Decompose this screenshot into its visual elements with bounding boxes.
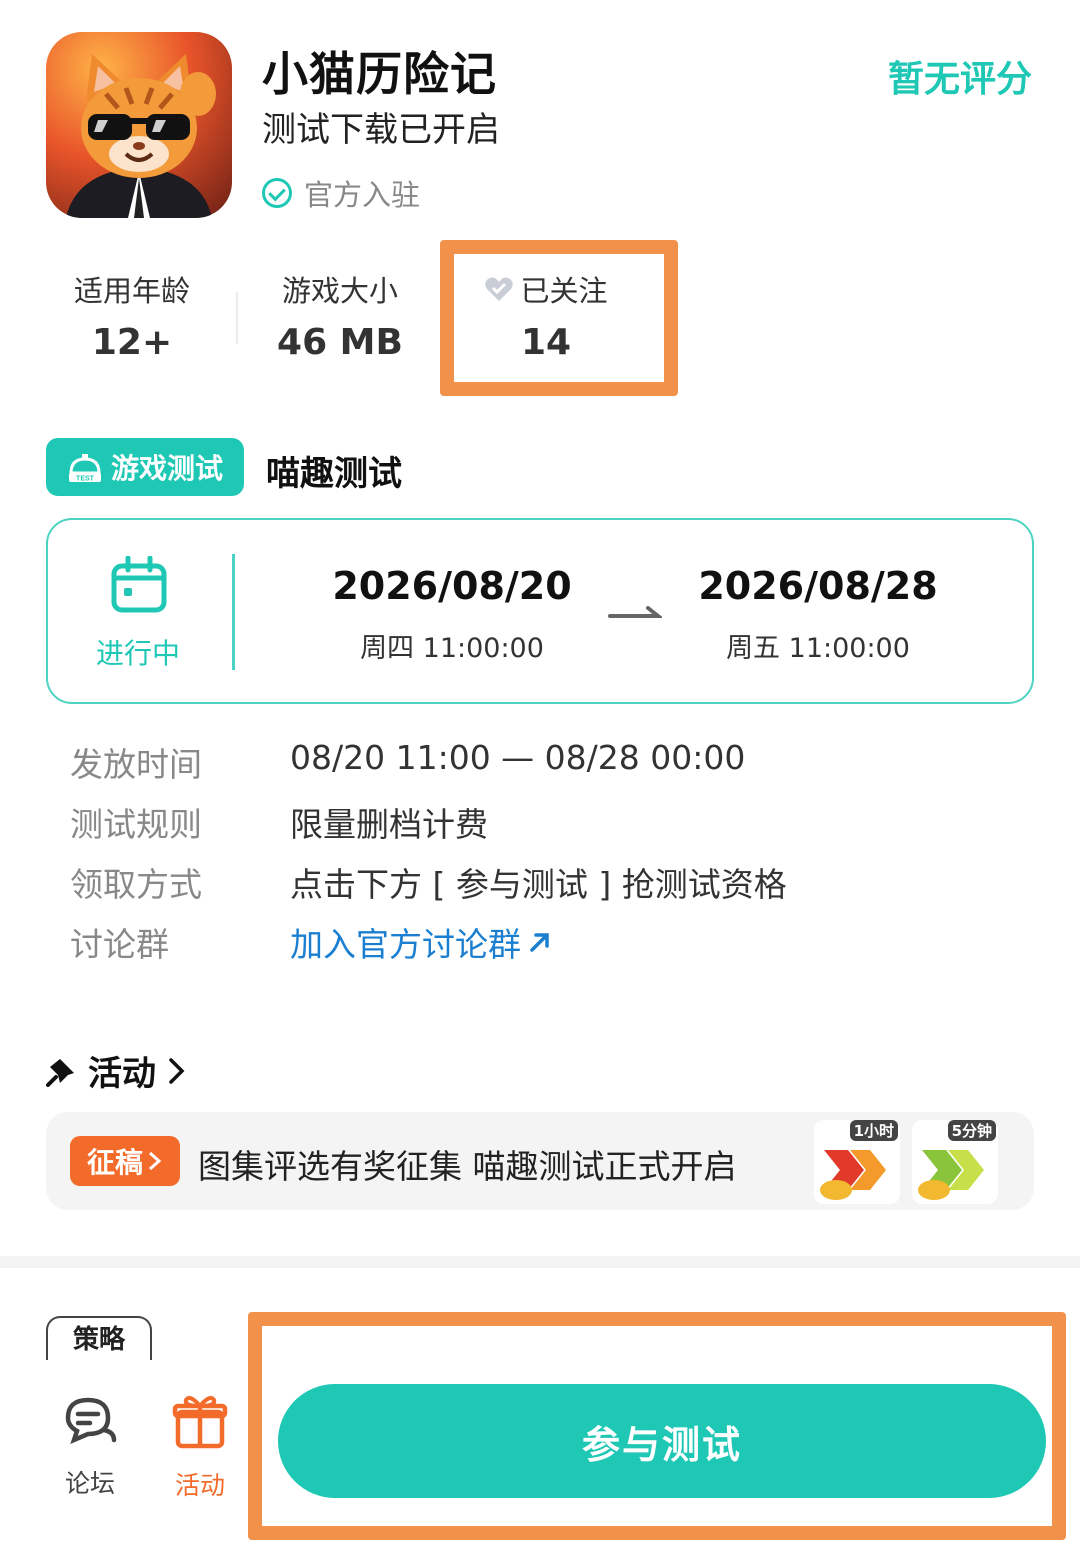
game-test-badge-label: 游戏测试 (110, 452, 223, 485)
info-value: 08/20 11:00 — 08/28 00:00 (290, 738, 746, 777)
activity-card[interactable]: 征稿 图集评选有奖征集 喵趣测试正式开启 1小时 5分钟 (46, 1112, 1034, 1210)
activity-text: 图集评选有奖征集 喵趣测试正式开启 (198, 1147, 737, 1186)
app-subtitle: 测试下载已开启 (262, 110, 500, 150)
start-date: 2026/08/20 (332, 564, 572, 608)
join-group-link[interactable]: 加入官方讨论群 (290, 918, 553, 966)
stat-age-value: 12+ (91, 322, 173, 363)
nav-forum[interactable]: 论坛 (50, 1392, 130, 1500)
nav-activity-label: 活动 (174, 1471, 225, 1500)
activity-header[interactable]: 活动 (46, 1046, 188, 1095)
forum-chat-icon (65, 1397, 117, 1445)
rating-text[interactable]: 暂无评分 (888, 50, 1032, 102)
info-value: 点击下方 [ 参与测试 ] 抢测试资格 (290, 865, 787, 904)
official-label: 官方入驻 (304, 178, 421, 212)
official-badge: 官方入驻 (262, 172, 420, 214)
join-group-label: 加入官方讨论群 (290, 925, 521, 964)
info-key: 测试规则 (70, 805, 202, 844)
external-arrow-icon (530, 933, 549, 952)
info-key: 讨论群 (70, 925, 169, 964)
info-row-group: 讨论群 加入官方讨论群 (70, 918, 553, 966)
info-row-rules: 测试规则 限量删档计费 (70, 798, 488, 846)
highlight-box-join (248, 1312, 1066, 1540)
strategy-tab[interactable]: 策略 (46, 1316, 152, 1360)
info-key: 领取方式 (70, 865, 202, 904)
start-date-block: 2026/08/20 周四 11:00:00 (312, 564, 592, 665)
app-icon (46, 32, 232, 218)
game-test-badge: TEST 游戏测试 (46, 438, 244, 496)
end-date: 2026/08/28 (698, 564, 938, 608)
nav-activity[interactable]: 活动 (160, 1392, 240, 1502)
stat-age-label: 适用年龄 (73, 274, 190, 308)
start-time: 周四 11:00:00 (360, 633, 544, 664)
pin-icon (46, 1058, 74, 1087)
stat-size-value: 46 MB (277, 322, 403, 363)
activity-title: 活动 (88, 1054, 156, 1094)
activity-tag-label: 征稿 (86, 1146, 143, 1179)
info-row-distribution: 发放时间 08/20 11:00 — 08/28 00:00 (70, 738, 745, 786)
stat-size: 游戏大小 46 MB (250, 268, 430, 363)
app-title: 小猫历险记 (262, 47, 497, 101)
activity-thumb-speedup: 1小时 (814, 1120, 900, 1204)
section-separator (0, 1256, 1080, 1268)
end-time: 周五 11:00:00 (726, 633, 910, 664)
test-bell-icon: TEST (68, 454, 101, 483)
verified-check-icon (262, 178, 292, 208)
thumb-label: 1小时 (849, 1120, 898, 1141)
activity-tag: 征稿 (70, 1136, 180, 1186)
schedule-card: 进行中 2026/08/20 周四 11:00:00 2026/08/28 周五… (46, 518, 1034, 704)
svg-text:TEST: TEST (76, 476, 95, 483)
card-divider (232, 554, 235, 670)
calendar-icon (111, 556, 167, 613)
chevron-right-icon (149, 1151, 162, 1171)
test-status: 进行中 (96, 637, 181, 670)
thumb-label: 5分钟 (947, 1120, 996, 1141)
info-row-method: 领取方式 点击下方 [ 参与测试 ] 抢测试资格 (70, 858, 787, 906)
gift-icon (172, 1396, 228, 1449)
activity-thumb-speedup: 5分钟 (912, 1120, 998, 1204)
stat-size-label: 游戏大小 (281, 274, 398, 308)
info-key: 发放时间 (70, 745, 202, 784)
test-name: 喵趣测试 (266, 454, 402, 494)
stat-age: 适用年龄 12+ (42, 268, 222, 363)
info-value: 限量删档计费 (290, 805, 488, 844)
highlight-box-follow (440, 240, 678, 396)
nav-forum-label: 论坛 (64, 1469, 115, 1498)
end-date-block: 2026/08/28 周五 11:00:00 (678, 564, 958, 665)
arrow-right-icon (608, 606, 662, 618)
stat-divider (236, 292, 238, 344)
chevron-right-icon (169, 1057, 185, 1084)
